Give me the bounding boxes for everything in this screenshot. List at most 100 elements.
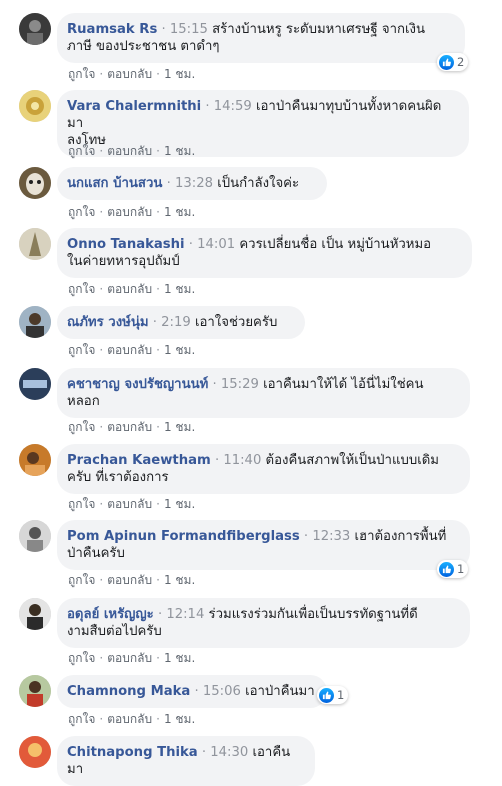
comment-age[interactable]: 1 ชม. [164,282,195,296]
dot-separator: · [99,497,104,511]
comment-bubble: Chamnong Maka · 15:06 เอาป่าคืนมา [57,675,327,708]
comment-bubble: คชาชาญ จงปรัชญานนท์ · 15:29 เอาคืนมาให้ไ… [57,368,470,418]
comment-actions: ถูกใจ · ตอบกลับ · 1 ชม. [68,142,195,161]
comment-time[interactable]: 15:06 [203,684,241,699]
comment-age[interactable]: 1 ชม. [164,67,195,81]
separator: · [212,377,221,392]
like-link[interactable]: ถูกใจ [68,573,95,587]
avatar[interactable] [19,675,51,707]
avatar[interactable] [19,167,51,199]
dot-separator: · [156,343,160,357]
like-reaction-icon [439,54,454,70]
reply-link[interactable]: ตอบกลับ [107,343,152,357]
comment-author[interactable]: Onno Tanakashi [67,237,185,252]
comment-text: ต้องคืนสภาพให้เป็นป่าแบบเดิม [265,453,439,468]
reply-link[interactable]: ตอบกลับ [107,651,152,665]
like-link[interactable]: ถูกใจ [68,144,95,158]
comment-age[interactable]: 1 ชม. [164,651,195,665]
comment-text: เฮาต้องการพื้นที่ [354,529,447,544]
dot-separator: · [99,144,104,158]
dot-separator: · [156,420,160,434]
comment-author[interactable]: Chitnapong Thika [67,745,198,760]
reply-link[interactable]: ตอบกลับ [107,712,152,726]
reaction-count[interactable]: 2 [437,53,469,71]
separator: · [188,237,198,252]
comment-text: หลอก [67,394,100,409]
separator: · [201,745,211,760]
comment-author[interactable]: Pom Apinun Formandfiberglass [67,529,300,544]
comment-time[interactable]: 15:29 [221,377,259,392]
reply-link[interactable]: ตอบกลับ [107,282,152,296]
comment-age[interactable]: 1 ชม. [164,420,195,434]
comment-time[interactable]: 12:14 [166,607,204,622]
comment-age[interactable]: 1 ชม. [164,573,195,587]
comment-actions: ถูกใจ · ตอบกลับ · 1 ชม. [68,571,195,590]
dot-separator: · [156,712,160,726]
reaction-number: 2 [457,55,465,69]
comment-author[interactable]: Ruamsak Rs [67,22,157,37]
reply-link[interactable]: ตอบกลับ [107,497,152,511]
comment-age[interactable]: 1 ชม. [164,144,195,158]
comment-author[interactable]: Prachan Kaewtham [67,453,211,468]
avatar[interactable] [19,736,51,768]
comment-text: ในค่ายทหารอุปถัมป์ [67,254,180,269]
dot-separator: · [99,420,104,434]
like-link[interactable]: ถูกใจ [68,205,95,219]
comment-time[interactable]: 11:40 [223,453,261,468]
dot-separator: · [156,67,160,81]
like-link[interactable]: ถูกใจ [68,651,95,665]
avatar[interactable] [19,368,51,400]
comment-author[interactable]: อดุลย์ เหรัญญะ [67,607,154,622]
comment-time[interactable]: 14:30 [210,745,248,760]
comment-actions: ถูกใจ · ตอบกลับ · 1 ชม. [68,418,195,437]
comment-time[interactable]: 15:15 [170,22,208,37]
dot-separator: · [156,205,160,219]
comment-time[interactable]: 12:33 [312,529,350,544]
like-link[interactable]: ถูกใจ [68,712,95,726]
comment-author[interactable]: Vara Chalermnithi [67,99,201,114]
reaction-count[interactable]: 1 [437,560,469,578]
avatar[interactable] [19,598,51,630]
dot-separator: · [99,205,104,219]
reply-link[interactable]: ตอบกลับ [107,420,152,434]
like-link[interactable]: ถูกใจ [68,497,95,511]
like-link[interactable]: ถูกใจ [68,420,95,434]
like-link[interactable]: ถูกใจ [68,282,95,296]
avatar[interactable] [19,444,51,476]
reply-link[interactable]: ตอบกลับ [107,144,152,158]
reply-link[interactable]: ตอบกลับ [107,573,152,587]
comment-text: เป็นกำลังใจค่ะ [217,176,300,191]
comment-author[interactable]: ณภัทร วงษ์นุ่ม [67,315,149,330]
comment-age[interactable]: 1 ชม. [164,343,195,357]
avatar[interactable] [19,90,51,122]
avatar[interactable] [19,228,51,260]
comment-text: ควรเปลี่ยนชื่อ เป็น หมู่บ้านหัวหมอ [239,237,432,252]
comment-age[interactable]: 1 ชม. [164,205,195,219]
comment-text: ครับ ที่เราต้องการ [67,470,169,485]
avatar[interactable] [19,13,51,45]
comment-actions: ถูกใจ · ตอบกลับ · 1 ชม. [68,495,195,514]
reply-link[interactable]: ตอบกลับ [107,205,152,219]
like-link[interactable]: ถูกใจ [68,67,95,81]
reply-link[interactable]: ตอบกลับ [107,67,152,81]
like-link[interactable]: ถูกใจ [68,343,95,357]
reaction-count[interactable]: 1 [317,686,349,704]
separator: · [152,315,162,330]
separator: · [205,99,214,114]
comment-actions: ถูกใจ · ตอบกลับ · 1 ชม. [68,710,195,729]
separator: · [161,22,170,37]
comment-time[interactable]: 13:28 [175,176,213,191]
comment-author[interactable]: คชาชาญ จงปรัชญานนท์ [67,377,208,392]
comment-age[interactable]: 1 ชม. [164,712,195,726]
comment-time[interactable]: 14:01 [197,237,235,252]
comment-age[interactable]: 1 ชม. [164,497,195,511]
dot-separator: · [156,497,160,511]
comment-time[interactable]: 2:19 [161,315,191,330]
separator: · [166,176,175,191]
avatar[interactable] [19,520,51,552]
comment-time[interactable]: 14:59 [214,99,252,114]
comment-author[interactable]: Chamnong Maka [67,684,190,699]
avatar[interactable] [19,306,51,338]
comment-author[interactable]: นกแสก บ้านสวน [67,176,162,191]
comment-actions: ถูกใจ · ตอบกลับ · 1 ชม. [68,203,195,222]
